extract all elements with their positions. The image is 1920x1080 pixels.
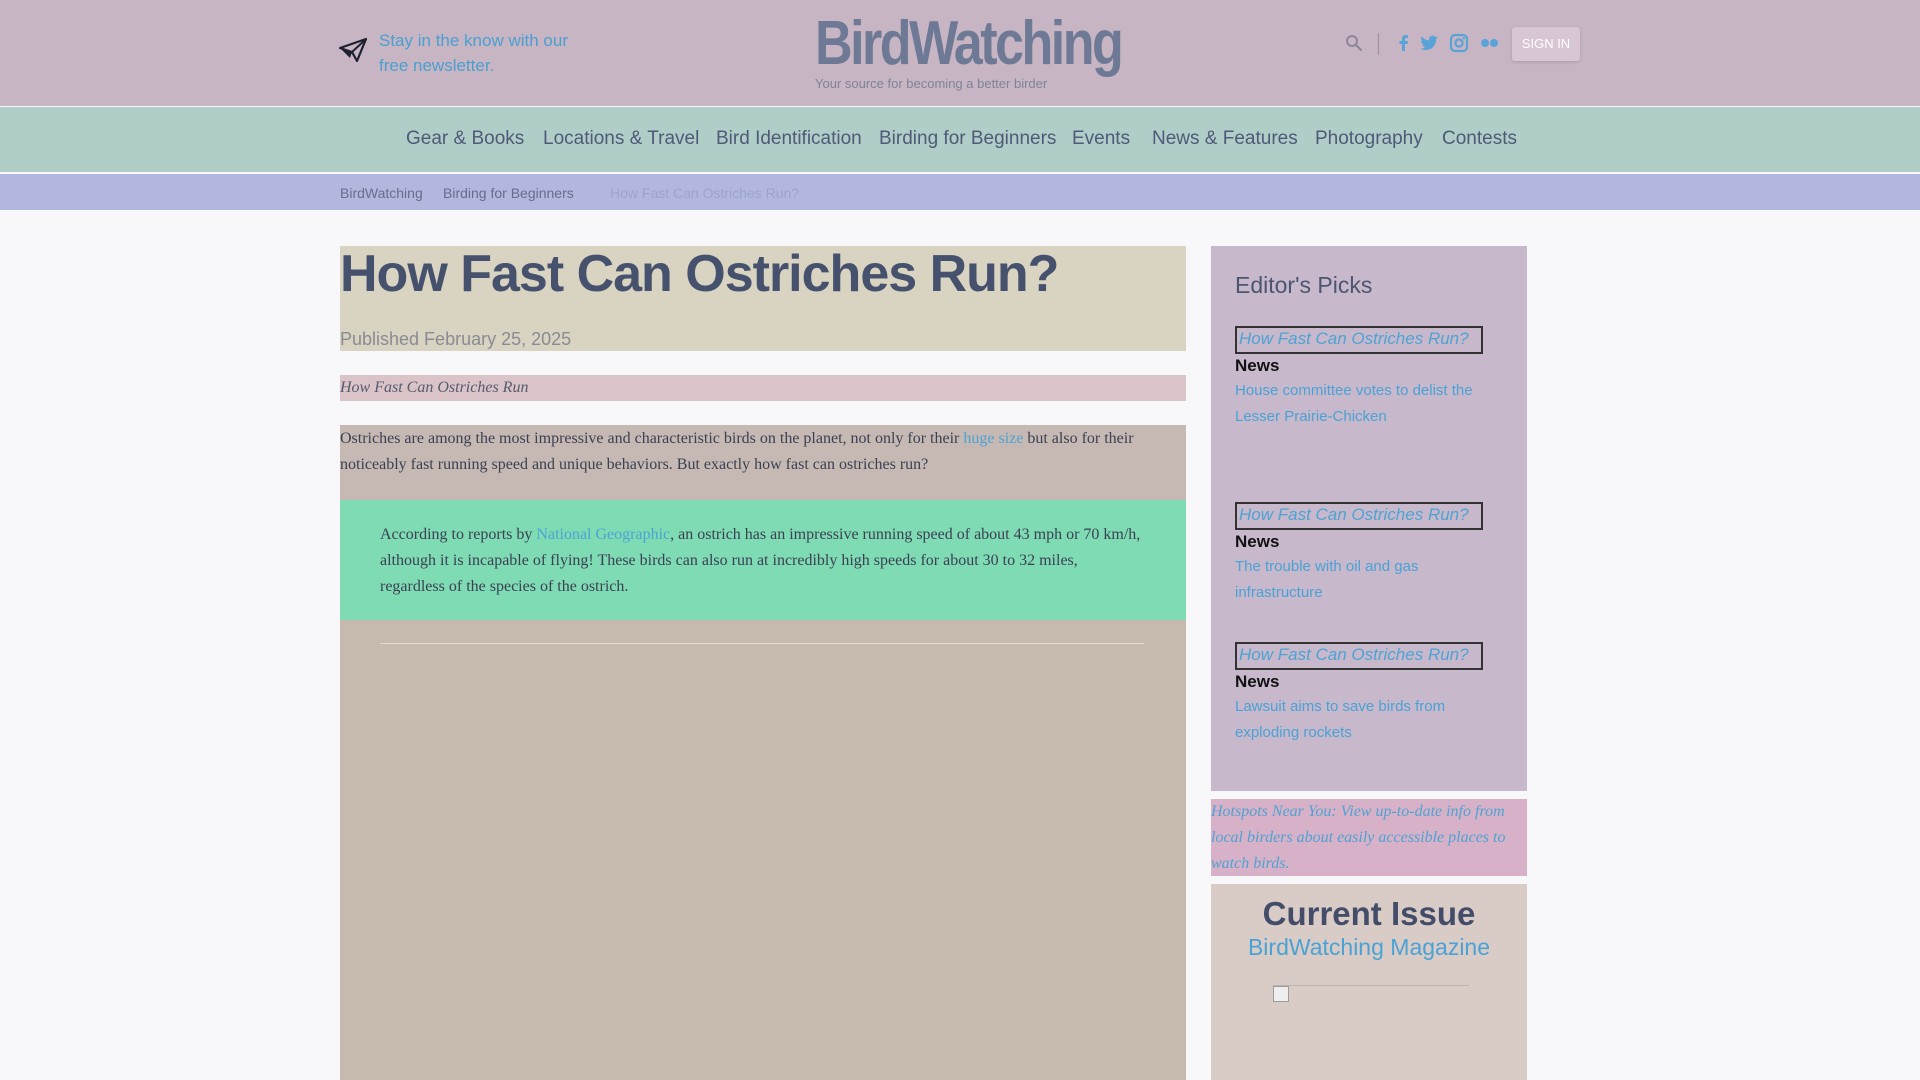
nav-item-photography[interactable]: Photography (1315, 128, 1423, 150)
instagram-icon[interactable] (1449, 33, 1469, 53)
pick-image[interactable]: How Fast Can Ostriches Run? (1235, 502, 1483, 530)
nav-item-contests[interactable]: Contests (1442, 128, 1517, 150)
breadcrumb-home[interactable]: BirdWatching (340, 185, 423, 201)
pick-category: News (1235, 356, 1280, 375)
header-divider (1378, 33, 1379, 55)
pick-item: How Fast Can Ostriches Run? News Lawsuit… (1235, 642, 1495, 746)
nav-item-bird-identification[interactable]: Bird Identification (716, 128, 862, 150)
article-body (340, 620, 1186, 1080)
current-issue-title: Current Issue (1262, 895, 1476, 932)
nav-item-birding-for-beginners[interactable]: Birding for Beginners (879, 128, 1056, 150)
magazine-cover-image[interactable] (1273, 985, 1469, 1080)
breadcrumb-current: How Fast Can Ostriches Run? (610, 185, 800, 201)
main-nav: Gear & Books Locations & Travel Bird Ide… (0, 107, 1920, 172)
pick-category: News (1235, 532, 1280, 551)
national-geographic-link[interactable]: National Geographic (536, 526, 670, 543)
pick-category: News (1235, 672, 1280, 691)
hero-image: How Fast Can Ostriches Run (340, 375, 1186, 401)
search-icon[interactable] (1345, 34, 1363, 52)
pick-headline-link[interactable]: The trouble with oil and gas infrastruct… (1235, 554, 1485, 606)
twitter-icon[interactable] (1419, 33, 1439, 53)
facebook-icon[interactable] (1394, 33, 1414, 53)
pick-headline-link[interactable]: Lawsuit aims to save birds from explodin… (1235, 694, 1485, 746)
editors-picks-title: Editor's Picks (1235, 272, 1373, 298)
pick-image[interactable]: How Fast Can Ostriches Run? (1235, 642, 1483, 670)
hero-image-alt: How Fast Can Ostriches Run (340, 379, 529, 396)
paper-plane-icon[interactable] (338, 35, 368, 65)
breadcrumb-category[interactable]: Birding for Beginners (443, 185, 574, 201)
pick-item: How Fast Can Ostriches Run? News House c… (1235, 326, 1495, 430)
nav-item-locations-travel[interactable]: Locations & Travel (543, 128, 699, 150)
sign-in-button[interactable]: SIGN IN (1512, 27, 1580, 61)
intro-text-1: Ostriches are among the most impressive … (340, 430, 964, 447)
pick-image[interactable]: How Fast Can Ostriches Run? (1235, 326, 1483, 354)
current-issue-subtitle[interactable]: BirdWatching Magazine (1211, 934, 1527, 961)
article-intro: Ostriches are among the most impressive … (340, 425, 1186, 500)
huge-size-link[interactable]: huge size (963, 430, 1023, 447)
logo-tagline: Your source for becoming a better birder (815, 76, 1048, 91)
current-issue: Current Issue BirdWatching Magazine (1211, 884, 1527, 1080)
breadcrumb: BirdWatching Birding for Beginners How F… (0, 174, 1920, 210)
flickr-icon[interactable] (1479, 33, 1499, 53)
nav-item-gear-books[interactable]: Gear & Books (406, 128, 524, 150)
site-header: Stay in the know with our free newslette… (0, 0, 1920, 106)
editors-picks: Editor's Picks How Fast Can Ostriches Ru… (1211, 246, 1527, 791)
article-header: How Fast Can Ostriches Run? Published Fe… (340, 246, 1186, 351)
quote-text-1: According to reports by (380, 526, 537, 543)
publish-date: Published February 25, 2025 (340, 329, 572, 349)
pick-headline-link[interactable]: House committee votes to delist the Less… (1235, 378, 1485, 430)
nav-item-events[interactable]: Events (1072, 128, 1130, 150)
broken-image-icon (1273, 986, 1289, 1002)
site-logo[interactable]: BirdWatching Your source for becoming a … (815, 9, 1124, 92)
pick-item: How Fast Can Ostriches Run? News The tro… (1235, 502, 1495, 606)
section-divider (380, 643, 1144, 644)
newsletter-link[interactable]: Stay in the know with our free newslette… (379, 28, 579, 78)
nav-item-news-features[interactable]: News & Features (1152, 128, 1298, 150)
hotspots-banner[interactable]: Hotspots Near You: View up-to-date info … (1211, 799, 1527, 876)
logo-title: BirdWatching (815, 9, 1124, 78)
article-callout: According to reports by National Geograp… (340, 500, 1186, 620)
page-title: How Fast Can Ostriches Run? (340, 245, 1059, 303)
